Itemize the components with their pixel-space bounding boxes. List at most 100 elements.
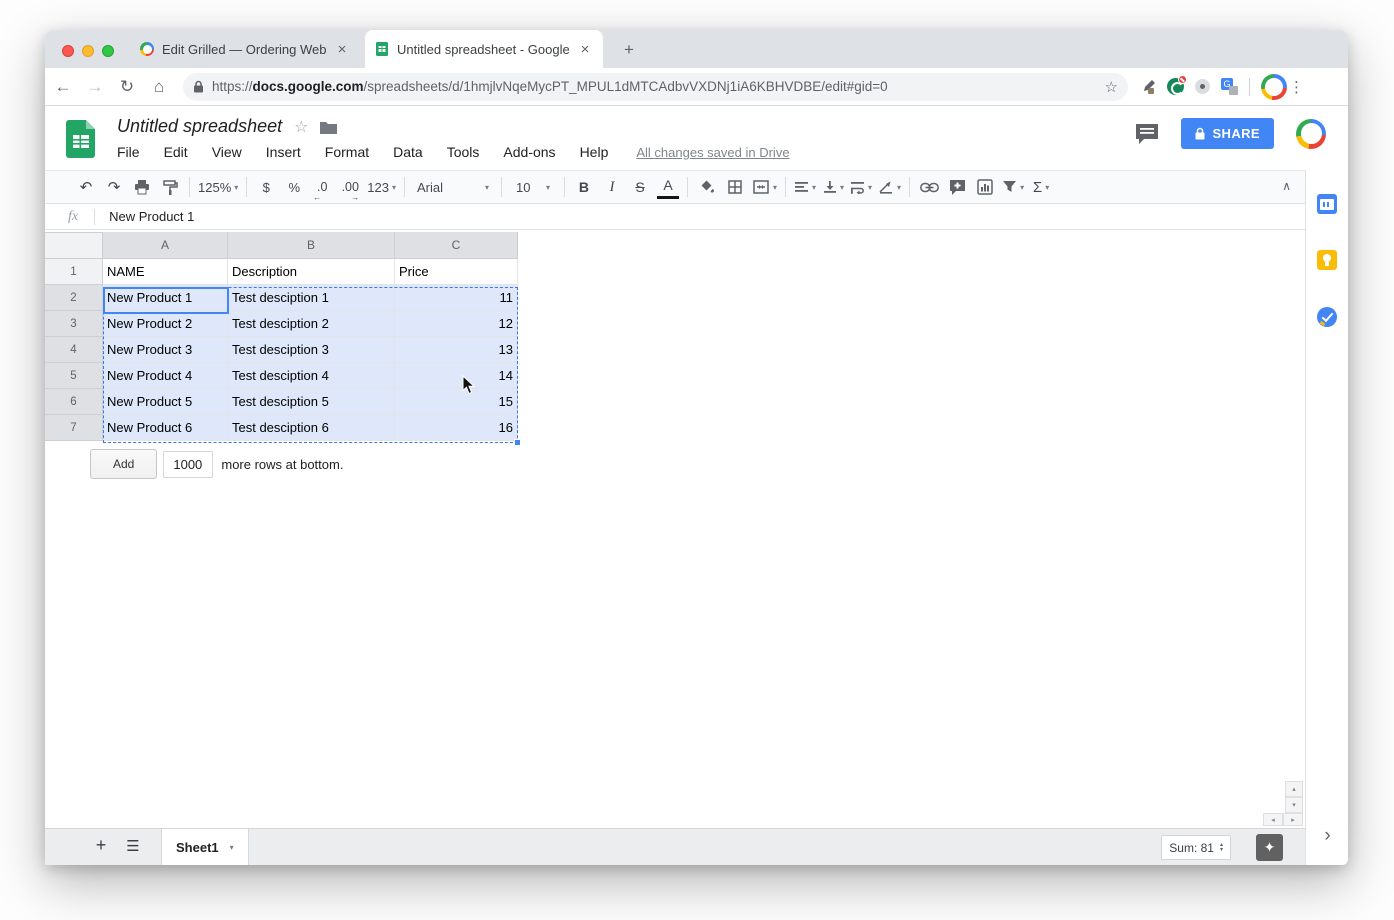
colorpicker-extension-icon[interactable]	[1140, 79, 1156, 95]
select-all-corner[interactable]	[45, 232, 103, 259]
save-status[interactable]: All changes saved in Drive	[636, 145, 789, 160]
cell-C2[interactable]: 11	[395, 285, 518, 311]
fill-handle[interactable]	[514, 439, 521, 446]
menu-data[interactable]: Data	[393, 144, 423, 160]
tasks-icon[interactable]	[1317, 307, 1337, 327]
fill-color-button[interactable]	[696, 175, 718, 199]
format-currency-button[interactable]: $	[255, 175, 277, 199]
menu-format[interactable]: Format	[325, 144, 369, 160]
scroll-left-button[interactable]: ◂	[1263, 813, 1283, 826]
browser-menu-icon[interactable]: ⋮	[1289, 78, 1304, 96]
insert-comment-icon[interactable]	[946, 175, 968, 199]
cell-A3[interactable]: New Product 2	[103, 311, 228, 337]
menu-file[interactable]: File	[117, 144, 140, 160]
document-title[interactable]: Untitled spreadsheet	[117, 116, 282, 137]
borders-button[interactable]	[724, 175, 746, 199]
print-icon[interactable]	[131, 175, 153, 199]
close-window-button[interactable]	[62, 45, 74, 57]
cell-C3[interactable]: 12	[395, 311, 518, 337]
add-sheet-icon[interactable]: +	[89, 835, 113, 856]
browser-tab-ordering-web[interactable]: Edit Grilled — Ordering Web & ×	[130, 30, 360, 68]
cell-B6[interactable]: Test desciption 5	[228, 389, 395, 415]
comment-history-icon[interactable]	[1135, 123, 1159, 145]
keep-icon[interactable]	[1317, 250, 1337, 270]
row-header-3[interactable]: 3	[45, 311, 103, 337]
strikethrough-button[interactable]: S	[629, 175, 651, 199]
sheet-tab-sheet1[interactable]: Sheet1 ▾	[161, 829, 249, 865]
sum-stepper-icon[interactable]: ▴ ▾	[1220, 842, 1223, 853]
move-folder-icon[interactable]	[320, 120, 338, 134]
insert-chart-icon[interactable]	[974, 175, 996, 199]
sheet-menu-icon[interactable]: ▾	[230, 843, 234, 852]
hide-panel-chevron-icon[interactable]: ›	[1306, 825, 1349, 847]
functions-button[interactable]: Σ ▾	[1030, 175, 1052, 199]
scroll-up-button[interactable]: ▴	[1285, 781, 1303, 797]
cell-A2[interactable]: New Product 1	[103, 285, 228, 311]
cell-C6[interactable]: 15	[395, 389, 518, 415]
filter-icon[interactable]: ▾	[1002, 175, 1024, 199]
share-button[interactable]: SHARE	[1181, 118, 1274, 149]
row-header-2[interactable]: 2	[45, 285, 103, 311]
calendar-icon[interactable]	[1317, 194, 1337, 214]
insert-link-icon[interactable]	[918, 175, 940, 199]
forward-icon[interactable]: →	[81, 77, 109, 97]
cell-C7[interactable]: 16	[395, 415, 518, 441]
browser-tab-spreadsheet[interactable]: Untitled spreadsheet - Google ×	[365, 30, 603, 68]
redo-icon[interactable]: ↷	[103, 175, 125, 199]
zoom-window-button[interactable]	[102, 45, 114, 57]
reload-icon[interactable]: ↻	[113, 77, 141, 97]
menu-view[interactable]: View	[212, 144, 242, 160]
translate-extension-icon[interactable]: G	[1221, 78, 1238, 95]
cell-A4[interactable]: New Product 3	[103, 337, 228, 363]
zoom-select[interactable]: 125% ▾	[198, 175, 238, 199]
sum-summary[interactable]: Sum: 81 ▴ ▾	[1161, 835, 1231, 860]
cell-A6[interactable]: New Product 5	[103, 389, 228, 415]
row-header-7[interactable]: 7	[45, 415, 103, 441]
menu-help[interactable]: Help	[580, 144, 609, 160]
menu-edit[interactable]: Edit	[164, 144, 188, 160]
font-size-select[interactable]: 10 ▾	[510, 175, 556, 199]
add-rows-button[interactable]: Add	[90, 449, 158, 479]
row-header-1[interactable]: 1	[45, 259, 103, 285]
account-avatar[interactable]	[1296, 118, 1326, 149]
rows-count-input[interactable]	[163, 450, 214, 478]
increase-decimal-button[interactable]: .00 →	[339, 175, 361, 202]
cell-A1[interactable]: NAME	[103, 259, 228, 285]
cell-C4[interactable]: 13	[395, 337, 518, 363]
cell-B3[interactable]: Test desciption 2	[228, 311, 395, 337]
collapse-toolbar-icon[interactable]: ∧	[1282, 179, 1291, 193]
text-color-button[interactable]: A	[656, 175, 679, 199]
italic-button[interactable]: I	[601, 175, 623, 199]
more-formats-button[interactable]: 123 ▾	[367, 175, 396, 199]
cell-B2[interactable]: Test desciption 1	[228, 285, 395, 311]
horizontal-align-button[interactable]: ▾	[794, 175, 816, 199]
cell-B4[interactable]: Test desciption 3	[228, 337, 395, 363]
cell-B7[interactable]: Test desciption 6	[228, 415, 395, 441]
row-header-4[interactable]: 4	[45, 337, 103, 363]
cell-A7[interactable]: New Product 6	[103, 415, 228, 441]
explore-button[interactable]: ✦	[1256, 834, 1283, 861]
text-wrap-button[interactable]: ▾	[850, 175, 872, 199]
format-percent-button[interactable]: %	[283, 175, 305, 199]
column-header-A[interactable]: A	[103, 232, 228, 259]
scroll-down-button[interactable]: ▾	[1285, 797, 1303, 813]
close-tab-icon[interactable]: ×	[577, 41, 593, 58]
scroll-right-button[interactable]: ▸	[1283, 813, 1303, 826]
address-bar[interactable]: https://docs.google.com/spreadsheets/d/1…	[183, 72, 1128, 101]
formula-input[interactable]: New Product 1	[109, 209, 194, 224]
undo-icon[interactable]: ↶	[75, 175, 97, 199]
font-select[interactable]: Arial ▾	[413, 175, 493, 199]
decrease-decimal-button[interactable]: .0 ←	[311, 175, 333, 202]
row-header-6[interactable]: 6	[45, 389, 103, 415]
recorder-extension-icon[interactable]	[1195, 79, 1210, 94]
bookmark-star-icon[interactable]: ☆	[1105, 78, 1118, 96]
text-rotation-button[interactable]: ▾	[878, 175, 901, 199]
back-icon[interactable]: ←	[49, 77, 77, 97]
row-header-5[interactable]: 5	[45, 363, 103, 389]
all-sheets-icon[interactable]: ☰	[121, 837, 145, 855]
cell-A5[interactable]: New Product 4	[103, 363, 228, 389]
home-icon[interactable]: ⌂	[145, 77, 173, 97]
column-header-B[interactable]: B	[228, 232, 395, 259]
star-document-icon[interactable]: ☆	[294, 117, 308, 137]
column-header-C[interactable]: C	[395, 232, 518, 259]
